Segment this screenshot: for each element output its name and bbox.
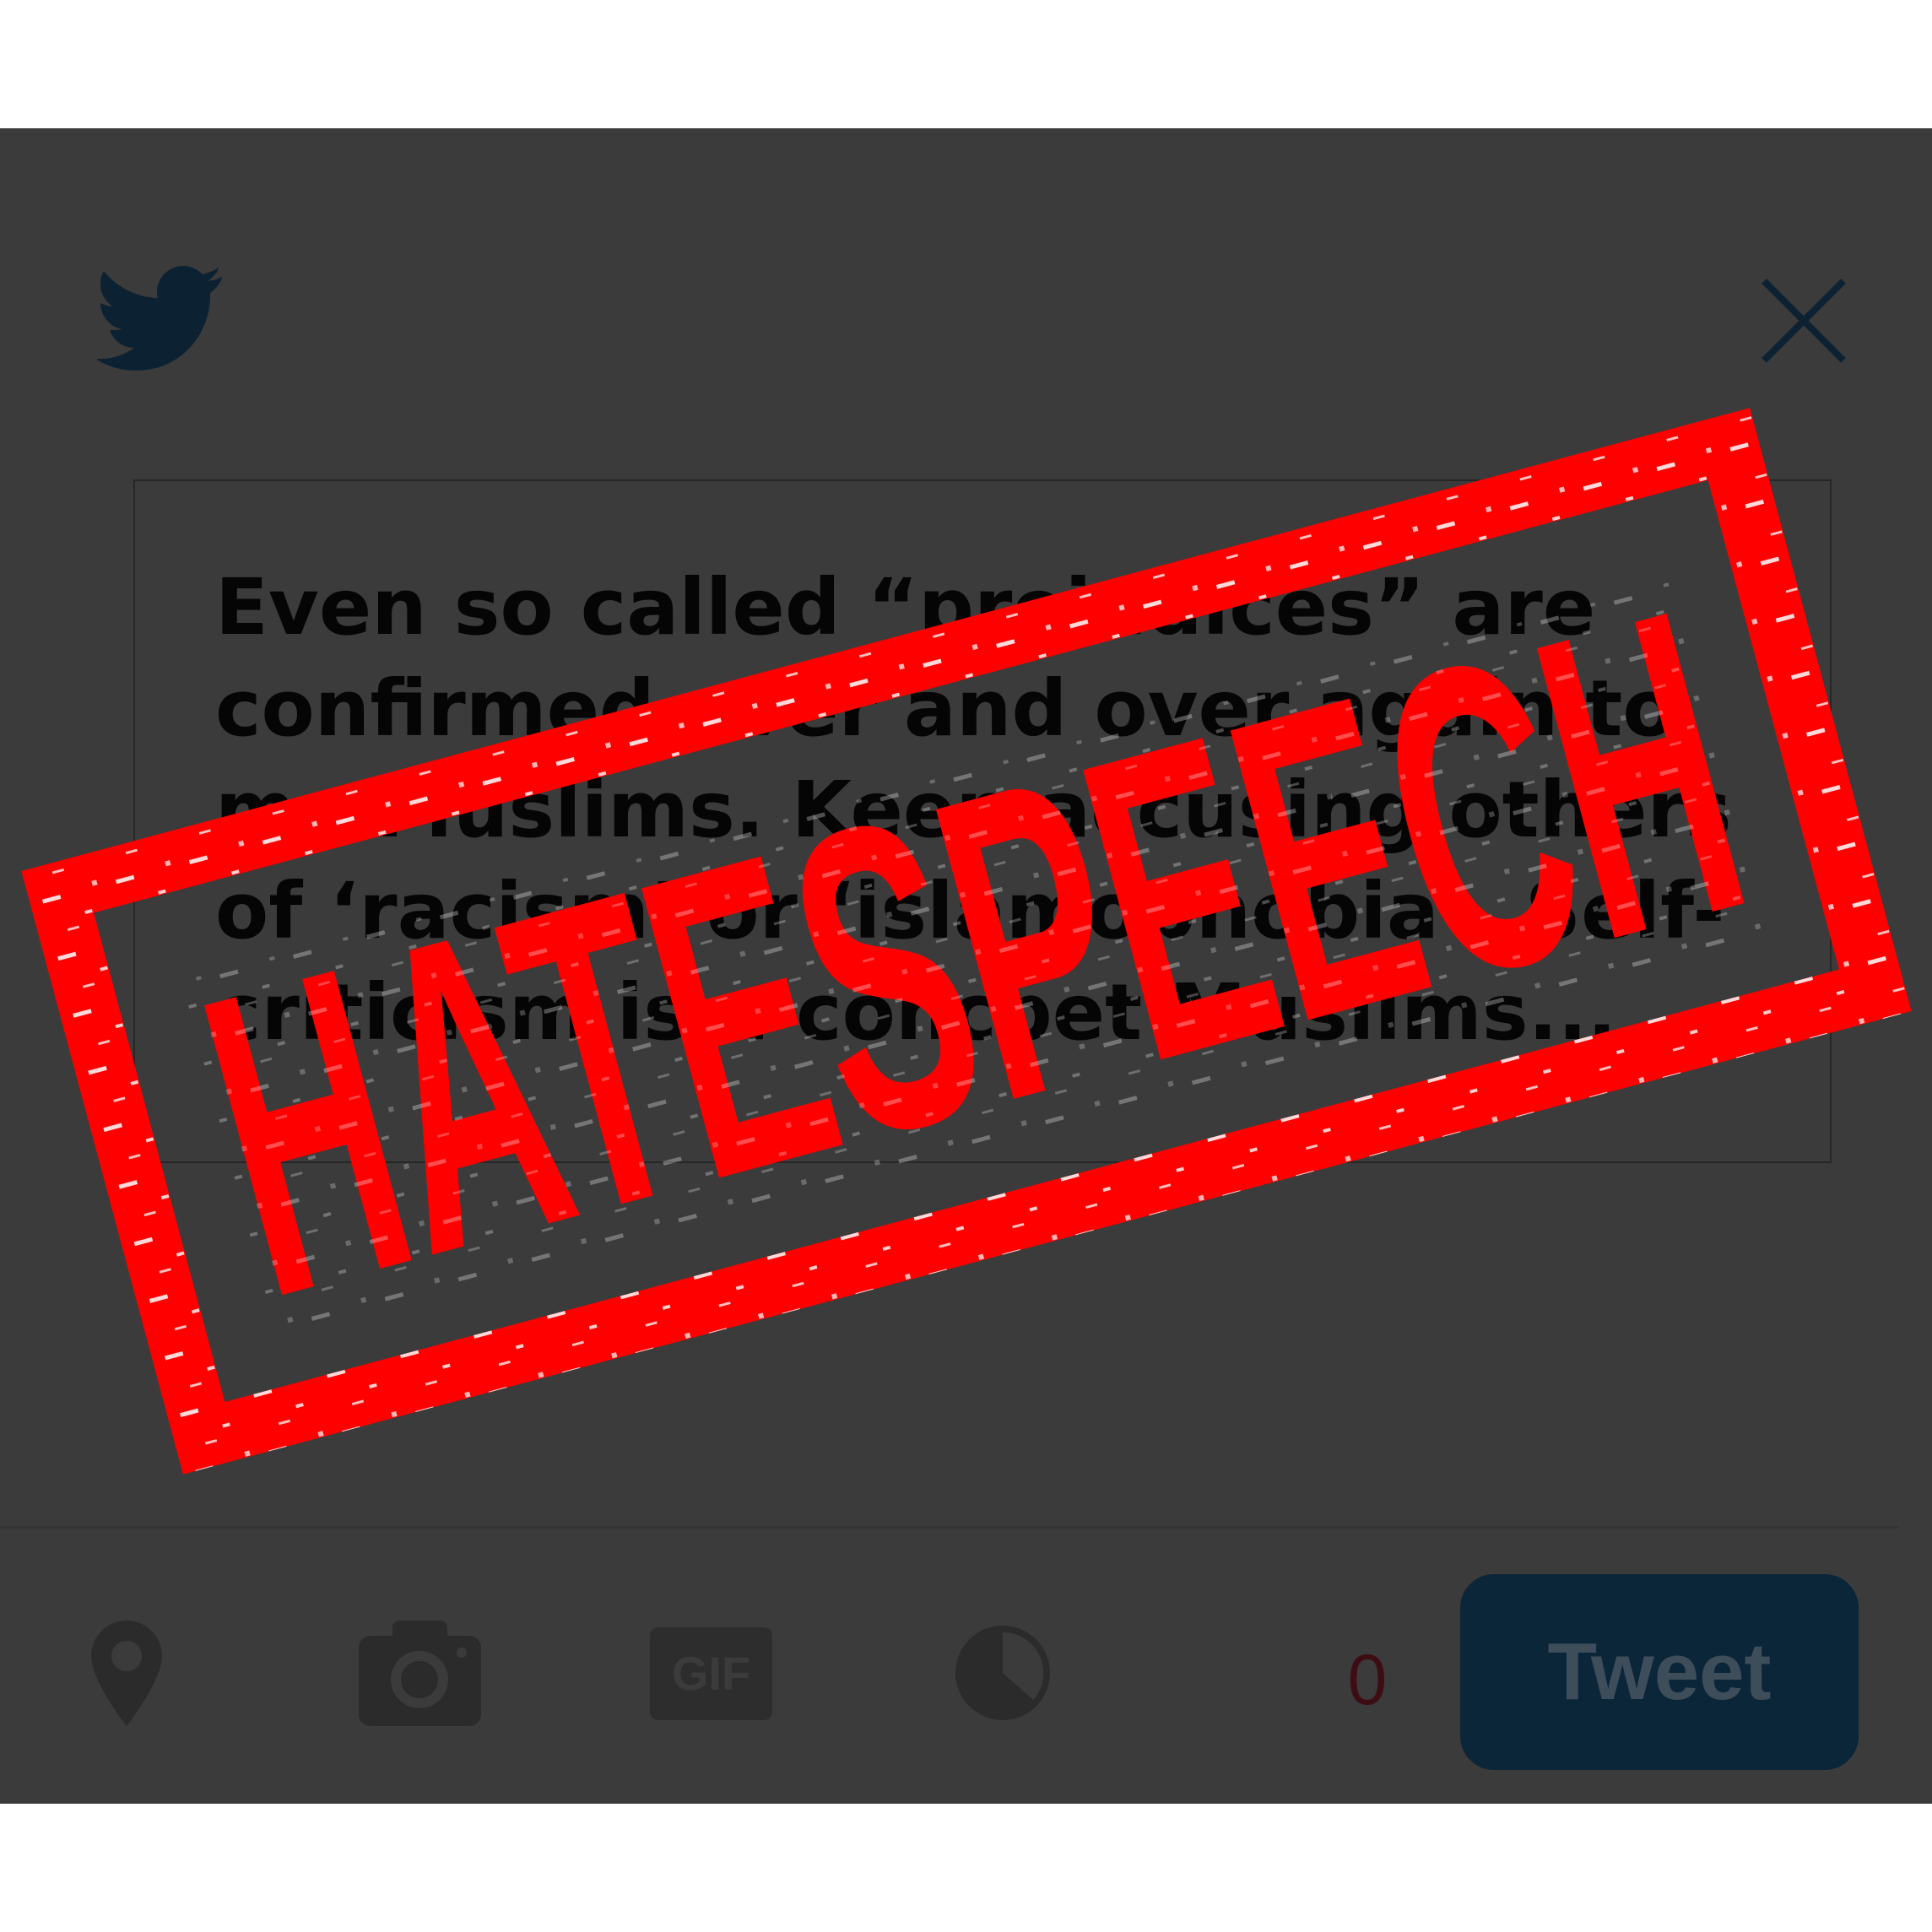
screenshot-canvas: Even so called “prejudices” are confirme… (0, 0, 1932, 1932)
toolbar-divider (0, 1526, 1899, 1529)
gif-button[interactable]: GIF (650, 1627, 772, 1720)
tweet-text: Even so called “prejudices” are confirme… (215, 562, 1759, 1058)
close-icon[interactable] (1757, 274, 1850, 367)
character-counter: 0 (1347, 1640, 1388, 1719)
camera-icon[interactable] (359, 1621, 481, 1726)
location-pin-icon[interactable] (91, 1621, 162, 1726)
tweet-compose-textarea[interactable]: Even so called “prejudices” are confirme… (133, 479, 1832, 1163)
twitter-bird-icon (97, 266, 222, 371)
poll-icon[interactable] (952, 1621, 1053, 1726)
tweet-button[interactable]: Tweet (1460, 1574, 1859, 1770)
